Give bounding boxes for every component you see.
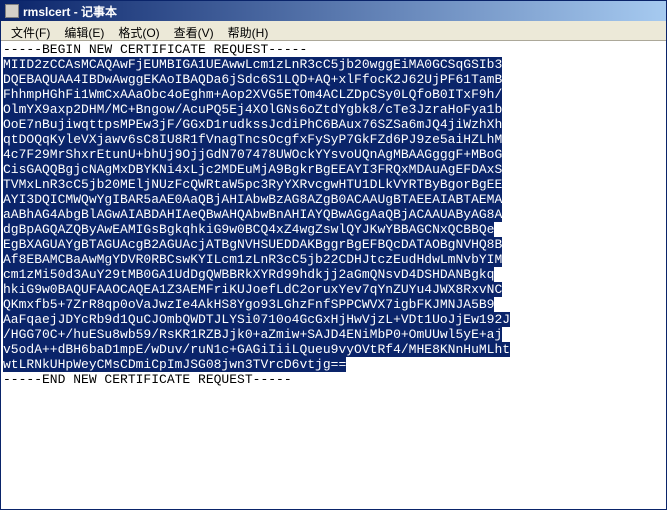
text-editor[interactable]: -----BEGIN NEW CERTIFICATE REQUEST----- …: [1, 41, 666, 509]
cert-end-line: -----END NEW CERTIFICATE REQUEST-----: [3, 372, 292, 387]
cert-begin-line: -----BEGIN NEW CERTIFICATE REQUEST-----: [3, 42, 307, 57]
menu-file[interactable]: 文件(F): [5, 23, 56, 38]
menu-help[interactable]: 帮助(H): [222, 23, 275, 38]
titlebar: rmslcert - 记事本: [1, 1, 666, 21]
menu-edit[interactable]: 编辑(E): [58, 23, 110, 38]
menubar: 文件(F) 编辑(E) 格式(O) 查看(V) 帮助(H): [1, 21, 666, 41]
menu-format[interactable]: 格式(O): [112, 23, 165, 38]
app-icon: [5, 4, 19, 18]
window-title: rmslcert - 记事本: [23, 3, 117, 20]
window: rmslcert - 记事本 文件(F) 编辑(E) 格式(O) 查看(V) 帮…: [0, 0, 667, 510]
menu-view[interactable]: 查看(V): [168, 23, 220, 38]
selected-text: MIID2zCCAsMCAQAwFjEUMBIGA1UEAwwLcm1zLnR3…: [3, 57, 510, 372]
